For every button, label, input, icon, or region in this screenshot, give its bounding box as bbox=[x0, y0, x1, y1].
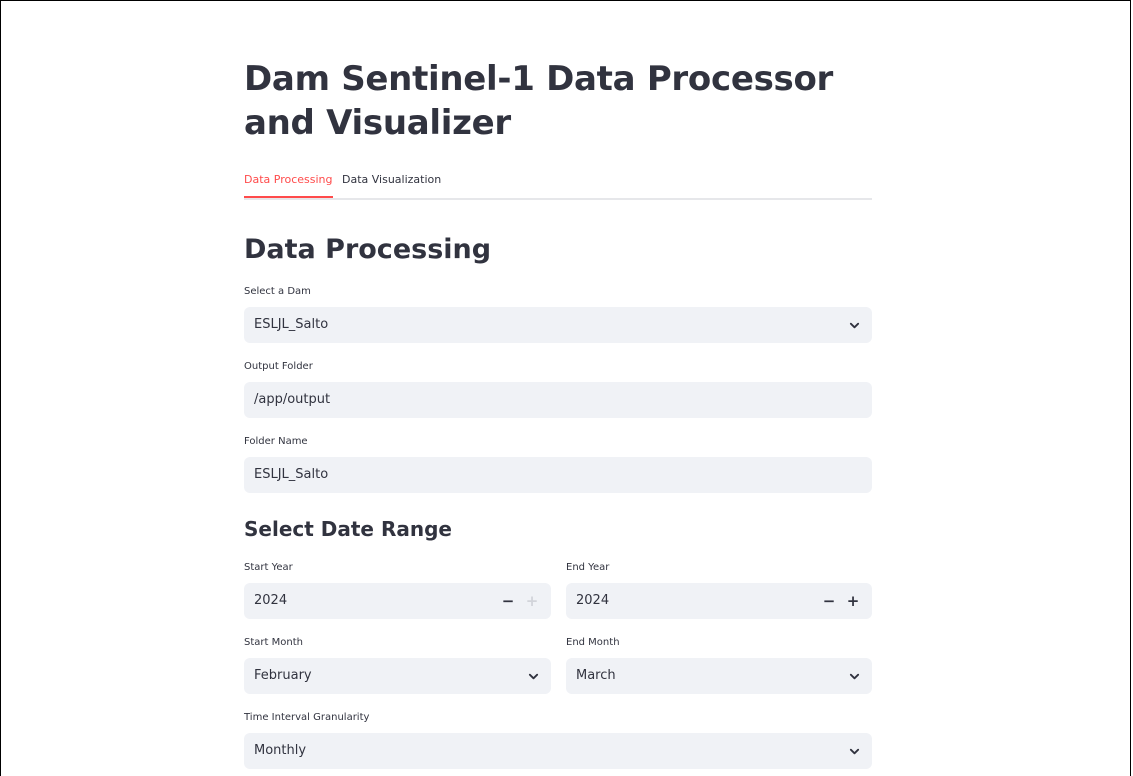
section-heading: Data Processing bbox=[244, 234, 492, 265]
chevron-down-icon bbox=[849, 322, 860, 329]
start-month-value: February bbox=[254, 668, 312, 683]
granularity-value: Monthly bbox=[254, 743, 307, 758]
chevron-down-icon bbox=[849, 748, 860, 755]
start-year-increment-button[interactable]: + bbox=[521, 583, 543, 619]
folder-name-value: ESLJL_Salto bbox=[254, 467, 329, 482]
end-year-label: End Year bbox=[566, 562, 610, 573]
start-month-label: Start Month bbox=[244, 637, 303, 648]
end-month-label: End Month bbox=[566, 637, 620, 648]
start-month-select[interactable]: February bbox=[244, 658, 551, 694]
tab-data-visualization[interactable]: Data Visualization bbox=[342, 172, 441, 188]
end-month-value: March bbox=[576, 668, 616, 683]
end-year-input[interactable]: 2024 − + bbox=[566, 583, 872, 619]
end-year-increment-button[interactable]: + bbox=[842, 583, 864, 619]
dam-select-value: ESLJL_Salto bbox=[254, 317, 329, 332]
folder-name-label: Folder Name bbox=[244, 436, 308, 447]
end-month-select[interactable]: March bbox=[566, 658, 872, 694]
folder-name-input[interactable]: ESLJL_Salto bbox=[244, 457, 872, 493]
start-year-label: Start Year bbox=[244, 562, 293, 573]
output-folder-value: /app/output bbox=[254, 392, 331, 407]
start-year-value: 2024 bbox=[254, 593, 288, 608]
tab-bar: Data Processing Data Visualization bbox=[244, 172, 872, 200]
dam-select-label: Select a Dam bbox=[244, 286, 311, 297]
granularity-select[interactable]: Monthly bbox=[244, 733, 872, 769]
output-folder-input[interactable]: /app/output bbox=[244, 382, 872, 418]
date-range-heading: Select Date Range bbox=[244, 517, 452, 541]
page-title: Dam Sentinel-1 Data Processor and Visual… bbox=[244, 59, 833, 143]
end-year-decrement-button[interactable]: − bbox=[818, 583, 840, 619]
chevron-down-icon bbox=[528, 673, 539, 680]
dam-select[interactable]: ESLJL_Salto bbox=[244, 307, 872, 343]
granularity-label: Time Interval Granularity bbox=[244, 712, 370, 723]
tab-data-processing[interactable]: Data Processing bbox=[244, 172, 333, 198]
end-year-value: 2024 bbox=[576, 593, 610, 608]
output-folder-label: Output Folder bbox=[244, 361, 313, 372]
chevron-down-icon bbox=[849, 673, 860, 680]
start-year-decrement-button[interactable]: − bbox=[497, 583, 519, 619]
start-year-input[interactable]: 2024 − + bbox=[244, 583, 551, 619]
